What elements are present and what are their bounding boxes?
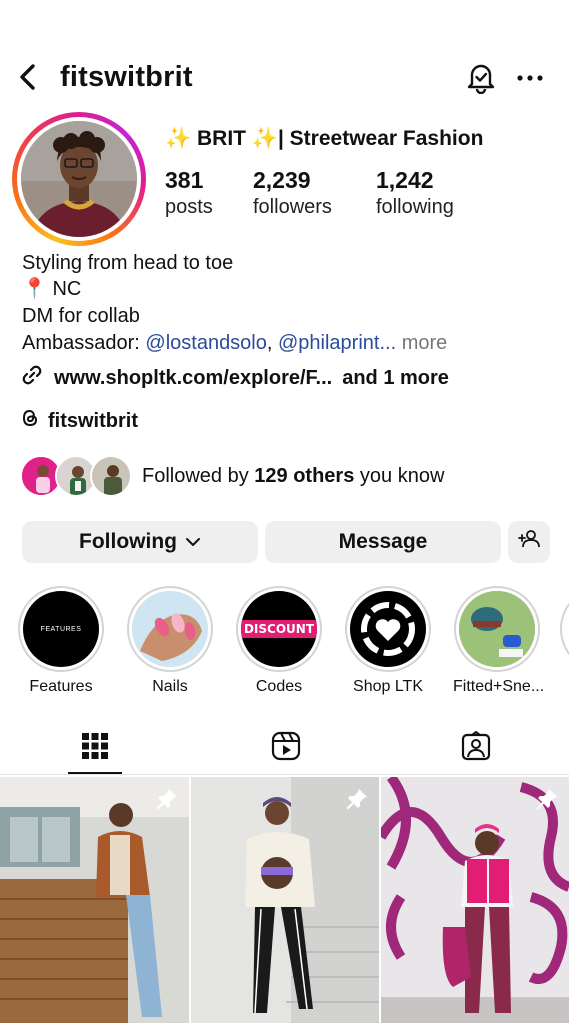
highlight-cover-text: DISCOUNT	[241, 620, 317, 638]
tagged-icon	[461, 730, 491, 766]
bio-location-text: NC	[52, 278, 82, 300]
highlight-cover: FEATURES	[23, 591, 99, 667]
chevron-down-icon	[185, 530, 201, 554]
tab-tagged[interactable]	[448, 728, 504, 768]
reels-icon	[271, 731, 301, 766]
grid-post[interactable]	[0, 777, 189, 1023]
highlight-partial[interactable]	[560, 586, 569, 672]
posts-stat[interactable]: 381 posts	[165, 167, 213, 221]
bio-more-link[interactable]: more	[402, 332, 448, 354]
highlight-cover	[459, 591, 535, 667]
posts-label: posts	[165, 196, 213, 218]
grid-icon	[82, 732, 108, 764]
bio-location: 📍 NC	[22, 276, 81, 302]
following-count: 1,242	[376, 167, 434, 193]
highlight-cover: DISCOUNT	[241, 591, 317, 667]
followers-count: 2,239	[253, 167, 311, 193]
location-pin-icon: 📍	[22, 278, 47, 300]
add-person-icon	[518, 529, 540, 555]
threads-badge[interactable]: fitswitbrit	[20, 407, 138, 435]
highlight-codes[interactable]: DISCOUNT Codes	[235, 586, 323, 696]
mention-link[interactable]: @lostandsolo	[145, 332, 266, 354]
external-link-url[interactable]: www.shopltk.com/explore/F...	[54, 367, 332, 390]
followers-label: followers	[253, 196, 332, 218]
followed-by-prefix: Followed by	[142, 465, 255, 487]
ltk-logo-icon	[350, 591, 426, 667]
followed-by-text[interactable]: Followed by 129 others you know	[142, 462, 444, 490]
highlight-label: Nails	[152, 678, 188, 695]
profile-username: fitswitbrit	[60, 61, 193, 93]
external-link-extra[interactable]: and 1 more	[342, 367, 449, 390]
highlight-cover-text: FEATURES	[40, 625, 82, 633]
highlight-label: Shop LTK	[353, 678, 423, 695]
followed-by-suffix: you know	[354, 465, 445, 487]
highlight-fitted-sneakers[interactable]: Fitted+Sne...	[453, 586, 545, 696]
highlight-label: Fitted+Sne...	[453, 678, 545, 695]
active-tab-indicator	[68, 772, 122, 774]
back-chevron-icon[interactable]	[14, 60, 44, 94]
highlight-features[interactable]: FEATURES Features	[17, 586, 105, 696]
avatar	[90, 455, 132, 497]
grid-post[interactable]	[191, 777, 379, 1023]
highlight-label: Features	[29, 678, 93, 695]
link-chain-icon	[20, 363, 44, 393]
bio-ambassador: Ambassador: @lostandsolo, @philaprint...…	[22, 330, 447, 356]
profile-avatar-story-ring[interactable]	[12, 112, 146, 246]
profile-display-name: ✨ BRIT ✨| Streetwear Fashion	[165, 127, 484, 150]
following-label: following	[376, 196, 454, 218]
tab-grid[interactable]	[67, 728, 123, 768]
bio-line: Styling from head to toe	[22, 252, 234, 274]
bio-ellipsis: ...	[379, 332, 397, 354]
tab-divider	[0, 774, 569, 775]
notification-bell-icon[interactable]	[463, 60, 499, 95]
tab-reels[interactable]	[258, 728, 314, 768]
highlight-shop-ltk[interactable]: Shop LTK	[344, 586, 432, 696]
highlight-label: Codes	[255, 678, 303, 695]
following-button[interactable]: Following	[22, 521, 258, 563]
followers-stat[interactable]: 2,239 followers	[253, 167, 332, 221]
message-button-label: Message	[338, 530, 428, 553]
pinned-icon	[345, 787, 369, 811]
mutual-followers-avatars[interactable]	[20, 455, 132, 497]
suggest-people-button[interactable]	[508, 521, 550, 563]
following-stat[interactable]: 1,242 following	[376, 167, 454, 221]
bio-line: DM for collab	[22, 305, 140, 327]
bio-ambassador-prefix: Ambassador:	[22, 332, 146, 354]
pinned-icon	[155, 787, 179, 811]
mention-link[interactable]: @philaprint	[278, 332, 379, 354]
external-link-row[interactable]: www.shopltk.com/explore/F... and 1 more	[20, 364, 449, 392]
following-button-label: Following	[79, 530, 177, 553]
profile-avatar	[21, 121, 137, 237]
message-button[interactable]: Message	[265, 521, 501, 563]
highlight-nails[interactable]: Nails	[126, 586, 214, 696]
mention-separator: ,	[266, 332, 278, 354]
highlight-cover	[132, 591, 208, 667]
posts-count: 381	[165, 167, 204, 193]
threads-handle: fitswitbrit	[48, 409, 138, 432]
pinned-icon	[535, 787, 559, 811]
threads-icon	[20, 408, 40, 434]
followed-by-count: 129 others	[254, 465, 355, 487]
grid-post[interactable]	[381, 777, 569, 1023]
more-options-icon[interactable]	[512, 62, 548, 92]
